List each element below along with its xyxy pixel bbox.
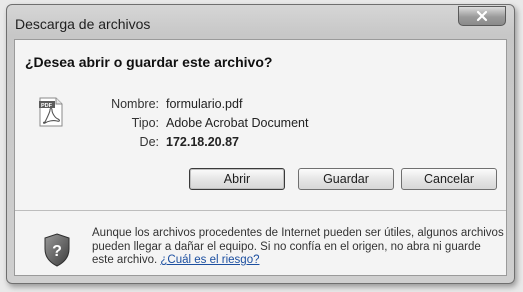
- dialog-question: ¿Desea abrir o guardar este archivo?: [25, 54, 273, 70]
- save-button[interactable]: Guardar: [298, 168, 394, 190]
- name-label: Nombre:: [111, 97, 159, 111]
- section-divider: [15, 210, 506, 211]
- svg-text:?: ?: [52, 243, 62, 260]
- warning-text: Aunque los archivos procedentes de Inter…: [92, 227, 504, 266]
- open-button[interactable]: Abrir: [189, 168, 285, 190]
- pdf-file-icon: PDF: [39, 97, 63, 127]
- risk-link[interactable]: ¿Cuál es el riesgo?: [160, 254, 259, 266]
- file-type-value: Adobe Acrobat Document: [166, 116, 309, 130]
- close-icon: [476, 10, 488, 22]
- window-title: Descarga de archivos: [15, 16, 151, 32]
- file-source-value: 172.18.20.87: [166, 135, 239, 149]
- close-button[interactable]: [458, 6, 506, 26]
- file-name-value: formulario.pdf: [166, 97, 243, 111]
- title-bar[interactable]: Descarga de archivos: [7, 5, 514, 39]
- download-dialog: Descarga de archivos ¿Desea abrir o guar…: [6, 4, 515, 284]
- cancel-button[interactable]: Cancelar: [401, 168, 497, 190]
- dialog-body: ¿Desea abrir o guardar este archivo? PDF…: [14, 39, 507, 276]
- security-warning: Aunque los archivos procedentes de Inter…: [92, 227, 504, 268]
- from-label: De:: [139, 135, 159, 149]
- shield-question-icon: ?: [44, 233, 70, 267]
- type-label: Tipo:: [131, 116, 159, 130]
